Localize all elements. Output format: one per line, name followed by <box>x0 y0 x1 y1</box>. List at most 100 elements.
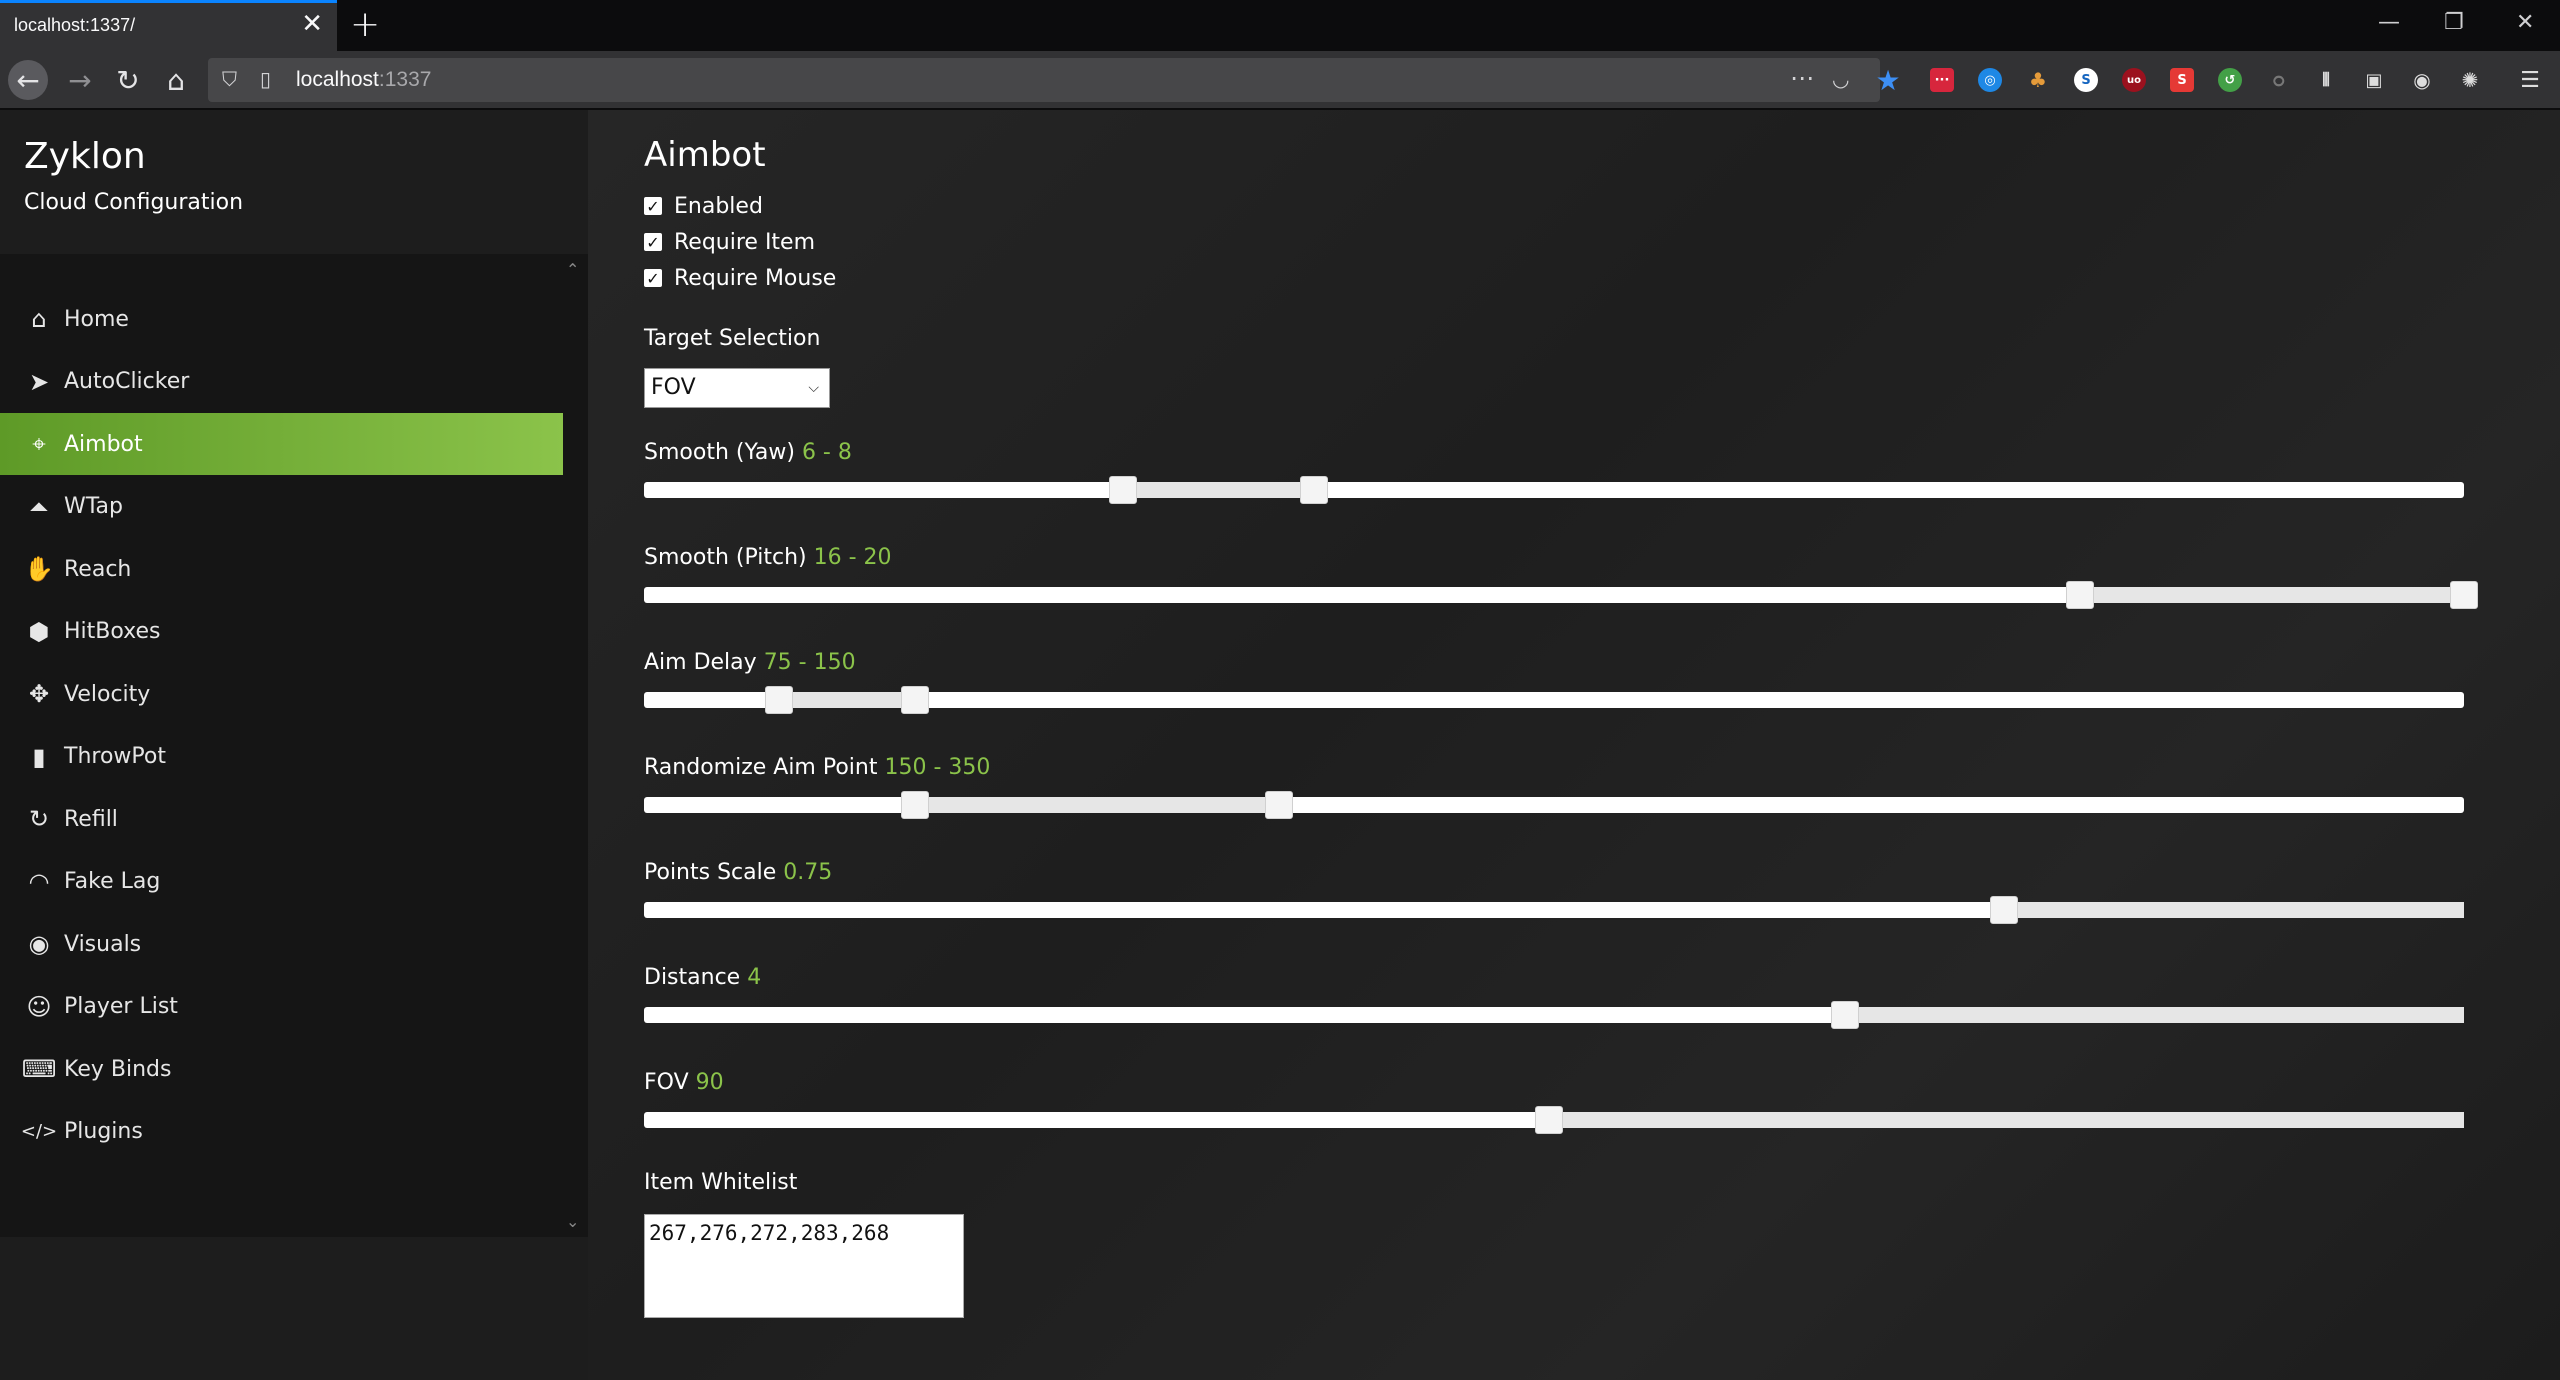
move-arrows-icon: ✥ <box>28 680 50 708</box>
distance-slider[interactable] <box>644 1001 2464 1029</box>
require-mouse-checkbox[interactable]: ✓ <box>644 269 662 288</box>
sidebar-item-wtap[interactable]: ⏶ WTap <box>0 476 563 538</box>
distance-label: Distance 4 <box>644 965 761 990</box>
url-text[interactable]: localhost:1337 <box>296 68 431 92</box>
sidebar-item-reach[interactable]: ✋ Reach <box>0 538 563 600</box>
aim-delay-label-text: Aim Delay <box>644 650 757 675</box>
close-tab-icon[interactable]: ✕ <box>301 11 323 37</box>
require-item-checkbox[interactable]: ✓ <box>644 233 662 252</box>
require-mouse-checkbox-row[interactable]: ✓ Require Mouse <box>644 263 836 293</box>
sidebar-item-label: ThrowPot <box>64 744 166 769</box>
randomize-aim-point-value: 150 - 350 <box>884 755 991 780</box>
points-scale-slider[interactable] <box>644 896 2464 924</box>
shield-icon[interactable]: ⛉ <box>222 67 237 91</box>
keyboard-icon: ⌨ <box>21 1055 57 1083</box>
points-scale-slider-range <box>2003 902 2464 918</box>
scroll-down-icon[interactable]: ⌄ <box>566 1212 579 1231</box>
fov-slider-handle[interactable] <box>1534 1106 1563 1134</box>
smooth-pitch-slider-handle[interactable] <box>2450 581 2478 609</box>
sidebar-item-visuals[interactable]: ◉ Visuals <box>0 913 563 975</box>
user-icon: ☺ <box>26 992 52 1021</box>
smooth-pitch-slider[interactable] <box>644 581 2478 609</box>
smooth-yaw-slider-handle[interactable] <box>1299 476 1328 504</box>
sidebar-item-key-binds[interactable]: ⌨ Key Binds <box>0 1038 563 1100</box>
library-icon[interactable]: ⫴ <box>2314 68 2338 92</box>
reload-icon[interactable]: ↻ <box>108 60 148 100</box>
sidebar: Zyklon Cloud Configuration ⌃ ⌄ ⌂ Home ➤ Aut… <box>0 110 588 1380</box>
aim-delay-slider-handle[interactable] <box>901 686 930 714</box>
extension-red-s-icon[interactable]: S <box>2170 68 2194 92</box>
smooth-yaw-value: 6 - 8 <box>801 440 852 465</box>
extension-swirl-icon[interactable]: ഠ <box>2266 68 2290 92</box>
require-item-checkbox-row[interactable]: ✓ Require Item <box>644 227 815 257</box>
item-whitelist-textarea[interactable]: 267,276,272,283,268 <box>644 1214 964 1318</box>
sidebar-menu: ⌃ ⌄ ⌂ Home ➤ AutoClicker ⌖ Aimbot ⏶ WTap ✋ Reach ⬢… <box>0 254 588 1237</box>
sidebar-item-home[interactable]: ⌂ Home <box>0 288 563 350</box>
extension-globe-icon[interactable]: ◎ <box>1978 68 2002 92</box>
more-actions-icon[interactable]: ⋯ <box>1790 64 1814 92</box>
new-tab-button[interactable]: + <box>350 4 380 45</box>
randomize-aim-point-slider-handle[interactable] <box>901 791 930 819</box>
smooth-pitch-value: 16 - 20 <box>813 545 892 570</box>
refresh-icon: ↻ <box>28 805 50 833</box>
smooth-yaw-slider-handle[interactable] <box>1108 476 1137 504</box>
aim-delay-slider-handle[interactable] <box>764 686 793 714</box>
page-title: Aimbot <box>644 135 766 175</box>
app-root: Zyklon Cloud Configuration ⌃ ⌄ ⌂ Home ➤ Aut… <box>0 110 2560 1380</box>
scroll-up-icon[interactable]: ⌃ <box>566 260 579 279</box>
tab-title: localhost:1337/ <box>14 15 136 35</box>
smooth-pitch-slider-handle[interactable] <box>2065 581 2094 609</box>
sidebar-item-throwpot[interactable]: ▮ ThrowPot <box>0 726 563 788</box>
sidebar-item-refill[interactable]: ↻ Refill <box>0 788 563 850</box>
extension-cookie-icon[interactable]: ✺ <box>2458 68 2482 92</box>
sidebar-item-velocity[interactable]: ✥ Velocity <box>0 663 563 725</box>
sidebar-item-aimbot[interactable]: ⌖ Aimbot <box>0 413 563 475</box>
target-selection-dropdown[interactable]: FOV ⌵ <box>644 368 830 408</box>
distance-value: 4 <box>747 965 762 990</box>
points-scale-value: 0.75 <box>783 860 833 885</box>
main-content: Aimbot ✓ Enabled ✓ Require Item ✓ Requir… <box>588 110 2560 1380</box>
extension-s-icon[interactable]: S <box>2074 68 2098 92</box>
restore-icon[interactable]: ❐ <box>2444 10 2464 35</box>
bookmark-star-icon[interactable]: ★ <box>1868 60 1908 100</box>
smooth-yaw-slider-range <box>1122 482 1314 498</box>
forward-arrow-icon[interactable]: → <box>60 60 100 100</box>
randomize-aim-point-slider[interactable] <box>644 791 2464 819</box>
sidebar-item-fake-lag[interactable]: ◠ Fake Lag <box>0 851 563 913</box>
sidebar-item-autoclicker[interactable]: ➤ AutoClicker <box>0 351 563 413</box>
account-icon[interactable]: ◉ <box>2410 68 2434 92</box>
smooth-yaw-slider[interactable] <box>644 476 2464 504</box>
minimize-icon[interactable]: — <box>2378 10 2400 35</box>
sidebar-item-label: WTap <box>64 494 123 519</box>
home-icon[interactable]: ⌂ <box>156 60 196 100</box>
close-window-icon[interactable]: ✕ <box>2516 10 2534 35</box>
sidebar-toggle-icon[interactable]: ▣ <box>2362 68 2386 92</box>
pocket-icon[interactable]: ◡ <box>1832 67 1849 91</box>
smooth-yaw-label-text: Smooth (Yaw) <box>644 440 795 465</box>
distance-slider-handle[interactable] <box>1831 1001 1860 1029</box>
extension-lastpass-icon[interactable]: ··· <box>1930 68 1954 92</box>
back-arrow-icon[interactable]: ← <box>8 60 48 100</box>
url-bar[interactable]: ⛉ ▯ localhost:1337 ⋯ ◡ <box>208 58 1880 102</box>
extension-ublock-icon[interactable]: uo <box>2122 68 2146 92</box>
smooth-yaw-label: Smooth (Yaw) 6 - 8 <box>644 440 852 465</box>
menu-icon[interactable]: ☰ <box>2518 68 2542 93</box>
points-scale-slider-handle[interactable] <box>1989 896 2018 924</box>
extension-tampermonkey-icon[interactable]: ♣ <box>2026 68 2050 92</box>
sidebar-item-label: Refill <box>64 806 118 832</box>
sidebar-item-player-list[interactable]: ☺ Player List <box>0 976 563 1038</box>
sidebar-item-hitboxes[interactable]: ⬢ HitBoxes <box>0 601 563 663</box>
url-host: localhost <box>296 68 379 91</box>
points-scale-label: Points Scale 0.75 <box>644 860 832 885</box>
extension-sync-icon[interactable]: ↺ <box>2218 68 2242 92</box>
page-icon[interactable]: ▯ <box>260 67 271 91</box>
enabled-checkbox[interactable]: ✓ <box>644 197 662 216</box>
fov-slider[interactable] <box>644 1106 2464 1134</box>
enabled-checkbox-row[interactable]: ✓ Enabled <box>644 191 763 221</box>
randomize-aim-point-label-text: Randomize Aim Point <box>644 755 878 780</box>
aim-delay-slider[interactable] <box>644 686 2464 714</box>
browser-tab-bar: localhost:1337/ ✕ + — ❐ ✕ <box>0 0 2560 51</box>
browser-tab[interactable]: localhost:1337/ ✕ <box>0 0 337 51</box>
randomize-aim-point-slider-handle[interactable] <box>1265 791 1294 819</box>
sidebar-item-plugins[interactable]: </> Plugins <box>0 1101 563 1163</box>
